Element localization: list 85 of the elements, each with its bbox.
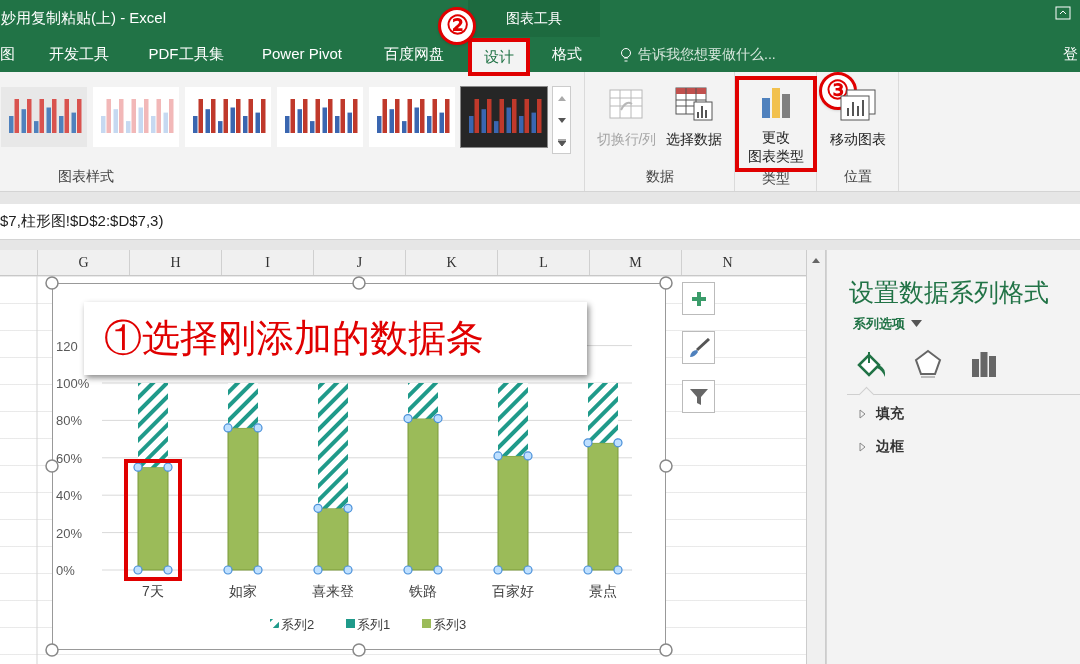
chart-style-thumbnail[interactable] [0, 86, 88, 148]
paint-bucket-icon [856, 350, 888, 378]
legend-label: 系列2 [281, 617, 315, 632]
chart-style-thumbnail[interactable] [92, 86, 180, 148]
caret-right-icon [859, 441, 866, 452]
caret-down-icon [911, 319, 922, 327]
ribbon-button[interactable]: 更改 图表类型 [738, 80, 813, 168]
axis-tick-label: 80% [56, 413, 83, 429]
axis-tick-label: 60% [56, 450, 83, 466]
bar[interactable] [588, 383, 618, 443]
group-label: 图表样式 [58, 167, 115, 186]
group-label: 类型 [761, 169, 790, 188]
column-header[interactable]: J [313, 250, 405, 275]
axis-tick-label: 120 [56, 338, 78, 354]
filter-icon [688, 386, 709, 407]
legend-label: 系列1 [357, 617, 391, 632]
resize-handle[interactable] [45, 643, 59, 657]
ribbon-tab[interactable]: 图 [0, 39, 15, 70]
category-label: 景点 [589, 583, 617, 599]
bar[interactable] [318, 383, 348, 509]
pane-title: 设置数据系列格式 [849, 277, 1050, 308]
column-header[interactable]: K [405, 250, 497, 275]
column-header[interactable]: I [221, 250, 313, 275]
legend-label: 系列3 [433, 617, 467, 632]
table-chart-icon [674, 86, 715, 122]
category-label: 喜来登 [312, 583, 354, 599]
column-header[interactable]: L [497, 250, 589, 275]
sign-in-link[interactable]: 登 [1063, 43, 1078, 66]
column-header[interactable]: M [589, 250, 681, 275]
resize-handle[interactable] [45, 276, 59, 290]
category-label: 百家好 [492, 583, 534, 599]
ribbon-tab[interactable]: Power Pivot [249, 39, 354, 70]
ribbon-tab[interactable]: 开发工具 [37, 39, 121, 70]
lightbulb-icon [620, 46, 632, 63]
resize-handle[interactable] [659, 276, 673, 290]
axis-tick-label: 20% [56, 525, 83, 541]
brush-icon [687, 337, 710, 358]
callout-banner: ①选择刚添加的数据条 [84, 302, 587, 375]
bar[interactable] [408, 383, 438, 419]
pentagon-icon [914, 349, 942, 379]
pane-section-toggle[interactable]: 边框 [859, 436, 904, 457]
chart-styles-button[interactable] [682, 331, 715, 364]
column-header[interactable]: N [681, 250, 773, 275]
window-title: 妙用复制粘贴(上) - Excel [1, 8, 166, 29]
category-label: 7天 [142, 583, 164, 599]
formula-text[interactable]: $7,柱形图!$D$2:$D$7,3) [0, 210, 164, 233]
context-tab-group: 图表工具 [468, 0, 600, 37]
ribbon-display-icon[interactable] [1055, 6, 1071, 20]
expand-gallery-icon [557, 138, 566, 146]
resize-handle[interactable] [659, 459, 673, 473]
series-options-dropdown[interactable]: 系列选项 [853, 313, 922, 333]
chart-filter-button[interactable] [682, 380, 715, 413]
ribbon-tab[interactable]: PDF工具集 [136, 39, 236, 70]
caret-down-icon [557, 117, 566, 123]
category-label: 铁路 [409, 583, 437, 599]
group-label: 位置 [843, 167, 872, 186]
resize-handle[interactable] [352, 643, 366, 657]
chart-style-thumbnail[interactable] [276, 86, 364, 148]
axis-tick-label: 40% [56, 488, 83, 504]
axis-tick-label: 0% [56, 563, 75, 578]
switch-row-column-icon [608, 88, 645, 122]
axis-tick-label: 100% [56, 376, 90, 391]
pane-section-toggle[interactable]: 填充 [859, 403, 904, 424]
add-element-button[interactable] [682, 282, 715, 315]
chart-style-thumbnail[interactable] [368, 86, 456, 148]
ribbon-button[interactable]: 选择数据 [663, 80, 726, 160]
caret-right-icon [859, 408, 866, 419]
bar[interactable] [498, 383, 528, 456]
category-label: 如家 [229, 583, 257, 599]
ribbon-tab[interactable]: 格式 [540, 39, 594, 70]
chart-style-thumbnail[interactable] [460, 86, 548, 148]
vertical-scrollbar[interactable] [806, 250, 826, 664]
plus-icon [690, 290, 707, 307]
bar[interactable] [138, 383, 168, 468]
bar-chart-icon [971, 350, 997, 378]
tell-me-field[interactable]: 告诉我您想要做什么... [638, 44, 810, 65]
column-header[interactable]: H [129, 250, 221, 275]
resize-handle[interactable] [659, 643, 673, 657]
group-label: 数据 [645, 167, 674, 186]
bar[interactable] [228, 383, 258, 428]
caret-up-icon [812, 258, 820, 263]
column-header[interactable]: G [37, 250, 129, 275]
resize-handle[interactable] [352, 276, 366, 290]
caret-up-icon [557, 95, 566, 101]
chart-style-thumbnail[interactable] [184, 86, 272, 148]
